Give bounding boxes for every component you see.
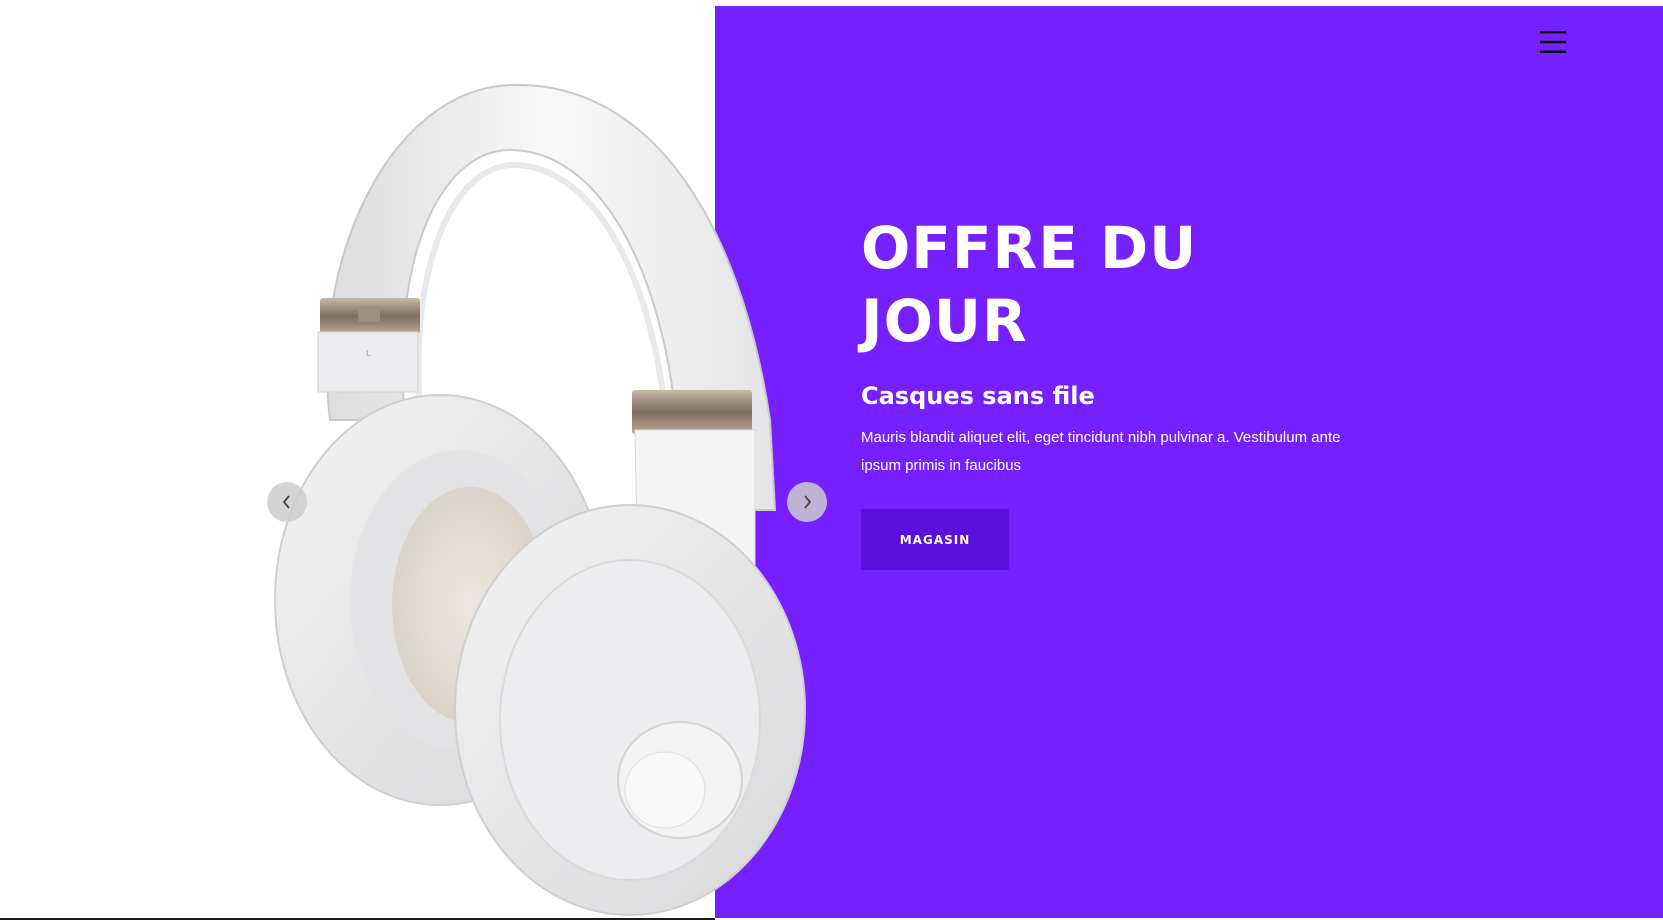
next-slide-button[interactable] xyxy=(787,482,827,522)
shop-button[interactable]: MAGASIN xyxy=(861,509,1009,570)
hero-description: Mauris blandit aliquet elit, eget tincid… xyxy=(861,429,1341,474)
chevron-right-icon xyxy=(804,495,812,509)
hero-title-line1: OFFRE DU xyxy=(861,214,1198,282)
chevron-left-icon xyxy=(282,495,290,509)
hamburger-menu-icon xyxy=(1540,31,1566,53)
hero-slider: L OFFRE DU JOUR Casques sans file Mauris… xyxy=(0,0,1663,920)
hero-title: OFFRE DU JOUR xyxy=(861,212,1381,358)
menu-button[interactable] xyxy=(1535,26,1571,58)
svg-text:L: L xyxy=(366,349,371,358)
hero-subtitle: Casques sans file xyxy=(861,382,1095,410)
headphones-image: L xyxy=(274,83,806,916)
hero-title-line2: JOUR xyxy=(861,287,1028,355)
prev-slide-button[interactable] xyxy=(267,482,307,522)
